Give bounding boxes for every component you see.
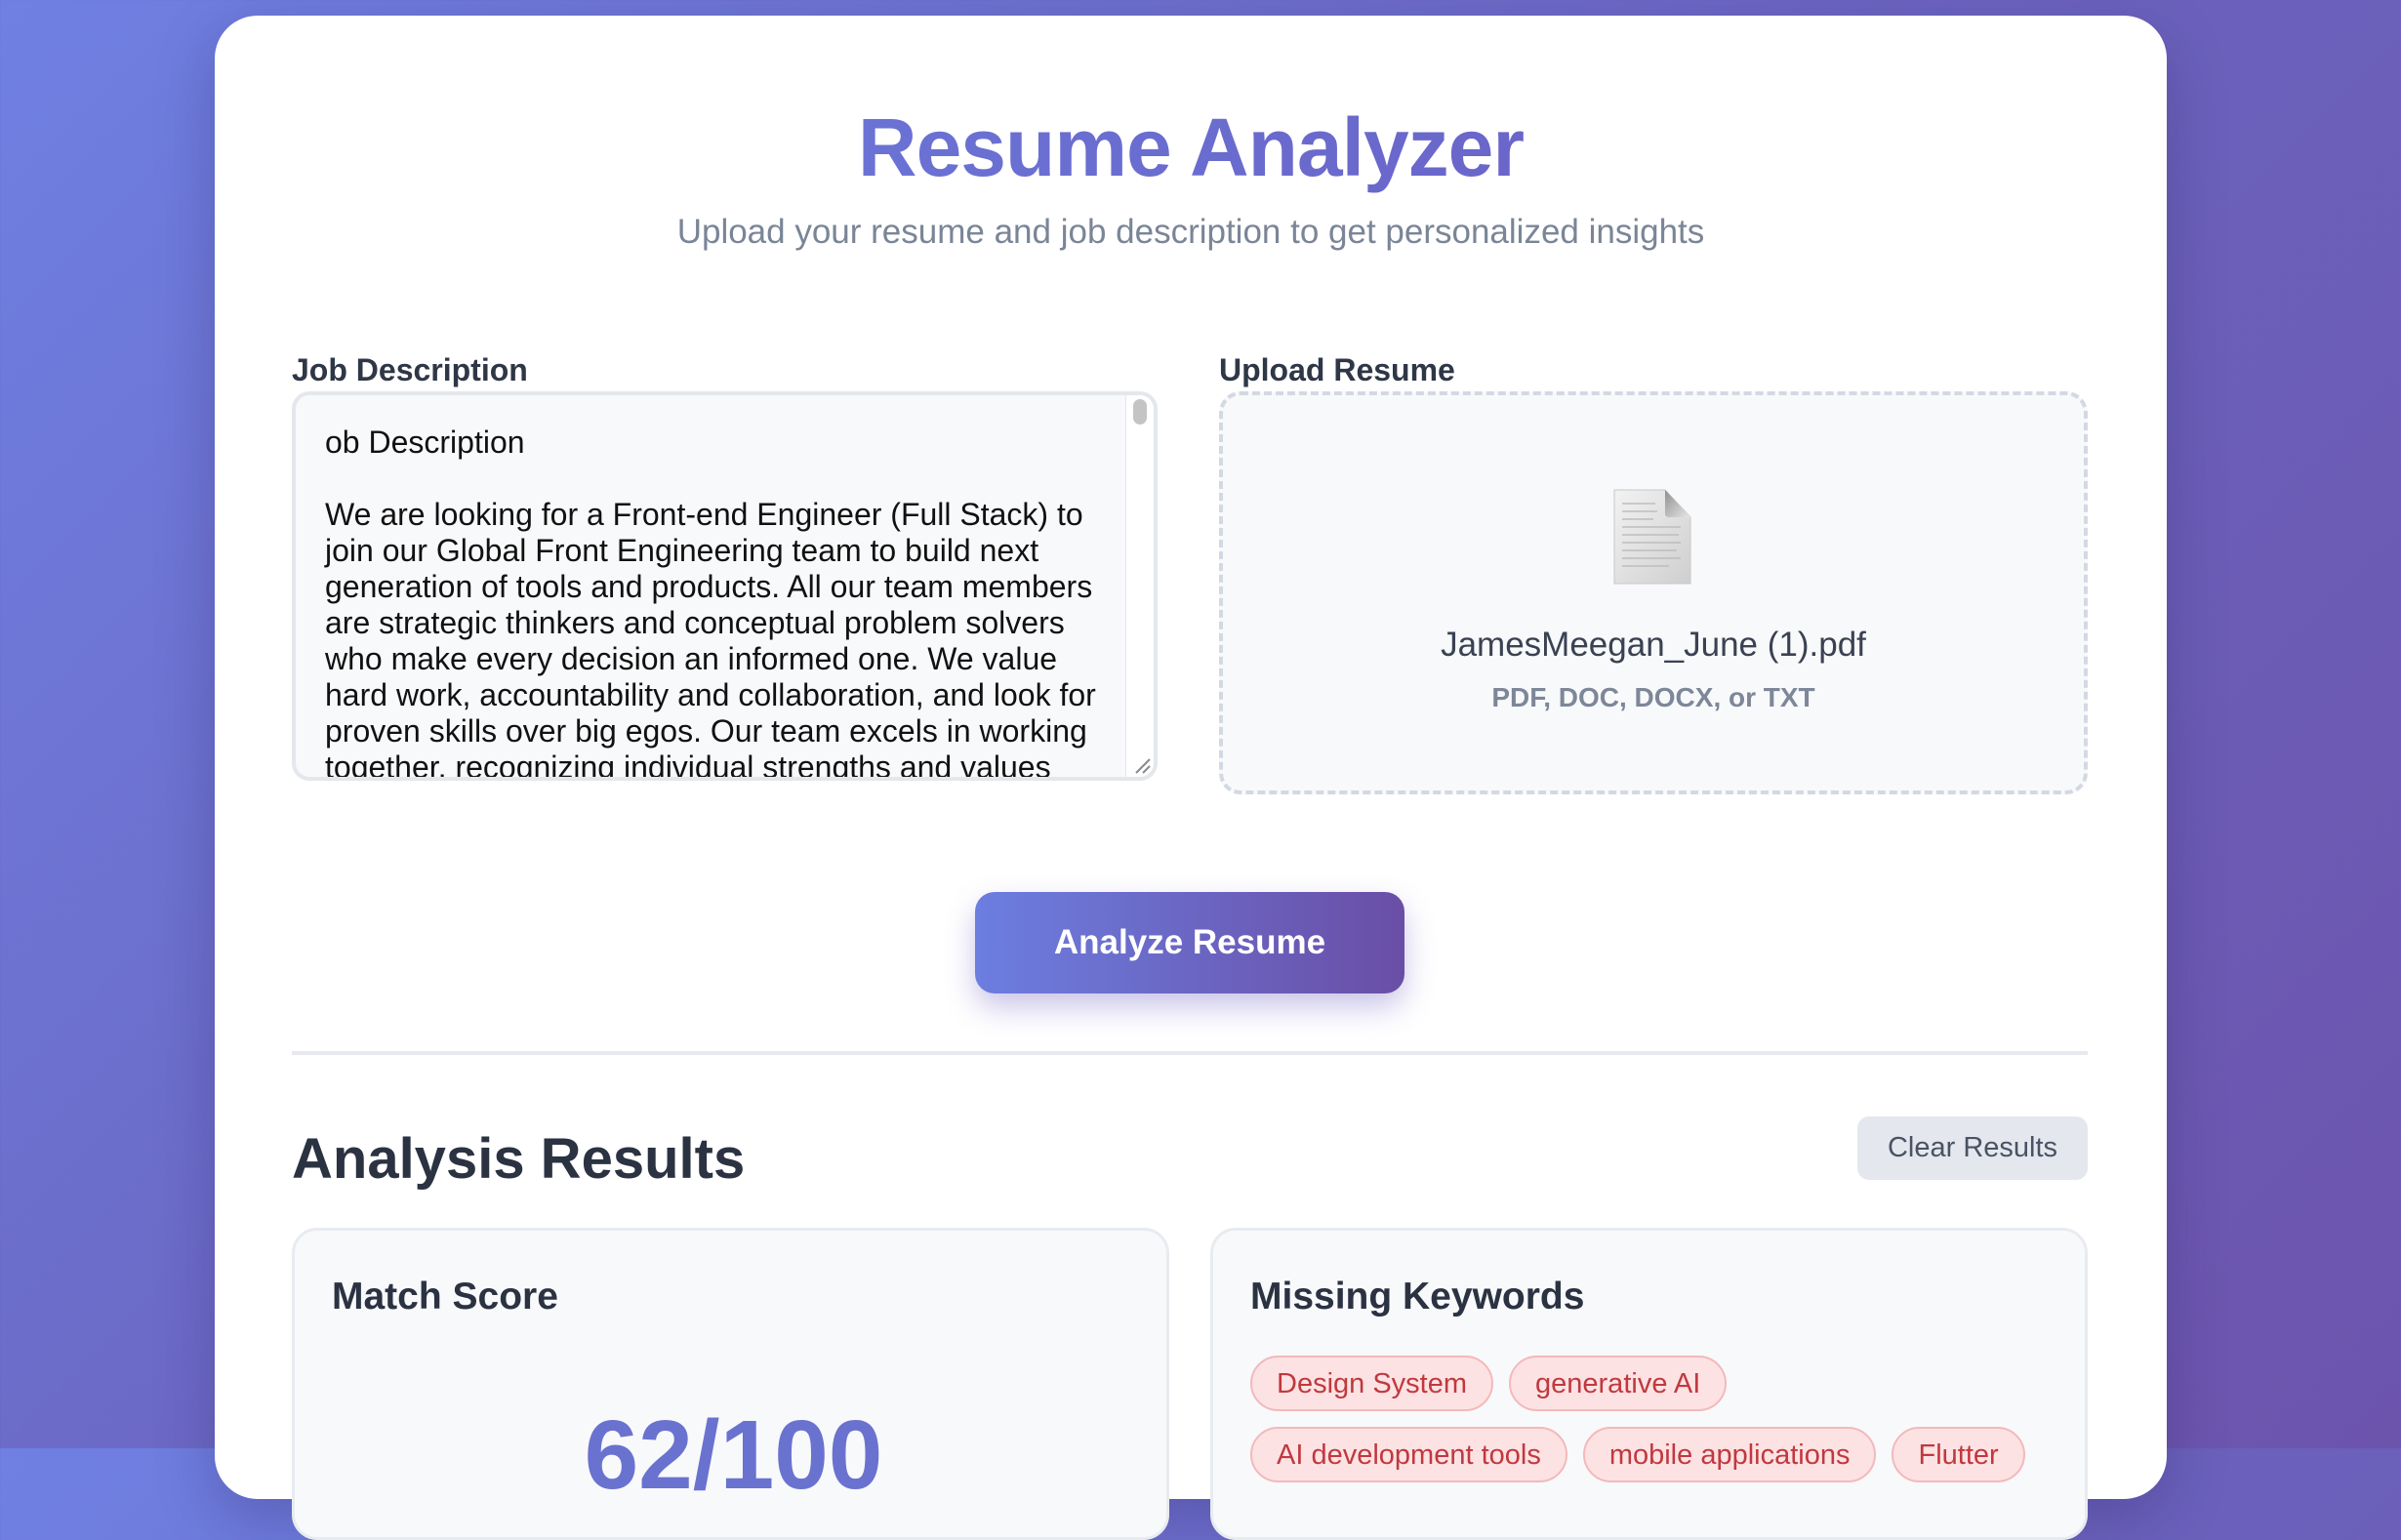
resize-grip-icon[interactable] [1130, 753, 1152, 775]
results-heading: Analysis Results [292, 1127, 746, 1191]
keyword-chip: Design System [1250, 1356, 1494, 1411]
upload-resume-label: Upload Resume [1219, 352, 1455, 387]
resume-upload-dropzone[interactable]: JamesMeegan_June (1).pdf PDF, DOC, DOCX,… [1219, 391, 2088, 794]
missing-keywords-panel: Missing Keywords Design System generative… [1210, 1228, 2088, 1540]
match-score-panel: Match Score 62/100 [292, 1228, 1169, 1540]
document-icon [1613, 489, 1691, 585]
job-description-text[interactable]: ob Description We are looking for a Fron… [325, 425, 1096, 777]
analyze-resume-button[interactable]: Analyze Resume [975, 892, 1404, 993]
accepted-file-types: PDF, DOC, DOCX, or TXT [1491, 682, 1815, 712]
keyword-chip: AI development tools [1250, 1427, 1567, 1482]
section-divider [292, 1051, 2088, 1055]
job-description-textarea[interactable]: ob Description We are looking for a Fron… [292, 391, 1158, 781]
job-description-label: Job Description [292, 352, 528, 387]
textarea-scrollbar[interactable] [1125, 395, 1154, 777]
main-card: Resume Analyzer Upload your resume and j… [215, 16, 2167, 1540]
match-score-value: 62/100 [584, 1400, 883, 1510]
keyword-list: Design System generative AI AI developmen… [1250, 1356, 2060, 1498]
uploaded-file-name: JamesMeegan_June (1).pdf [1441, 626, 1866, 664]
match-score-title: Match Score [332, 1276, 558, 1317]
keyword-chip: Flutter [1892, 1427, 2025, 1482]
page-title: Resume Analyzer [215, 94, 2167, 201]
keyword-chip: mobile applications [1582, 1427, 1877, 1482]
missing-keywords-title: Missing Keywords [1250, 1276, 1585, 1317]
scrollbar-thumb[interactable] [1133, 399, 1147, 425]
clear-results-button[interactable]: Clear Results [1857, 1116, 2088, 1180]
keyword-chip: generative AI [1509, 1356, 1728, 1411]
page-subtitle: Upload your resume and job description t… [676, 213, 1705, 251]
